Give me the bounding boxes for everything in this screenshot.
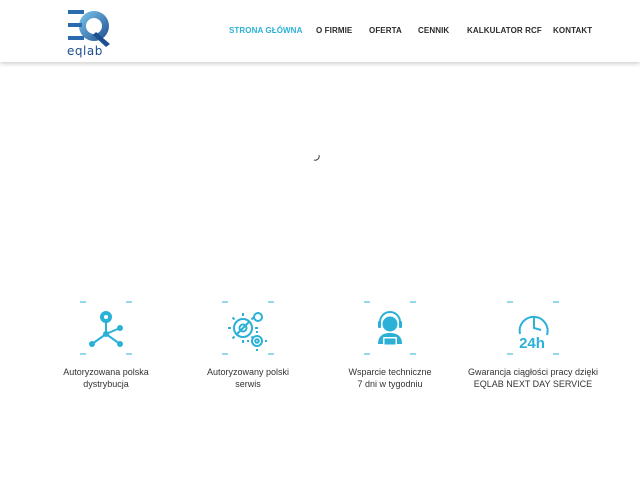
nav-kontakt[interactable]: KONTAKT bbox=[553, 26, 592, 36]
nav-strona-glowna[interactable]: STRONA GŁÓWNA bbox=[229, 26, 302, 36]
svg-text:24h: 24h bbox=[519, 335, 545, 352]
nav-oferta[interactable]: OFERTA bbox=[369, 26, 402, 36]
feature-caption-line2: 7 dni w tygodniu bbox=[357, 379, 423, 389]
logo-text: eqlab bbox=[67, 44, 103, 58]
gears-wrench-icon bbox=[228, 312, 267, 351]
feature-caption: Gwarancja ciągłości pracy dzięki EQLAB N… bbox=[458, 366, 608, 390]
feature-caption: Autoryzowana polska dystrybucja bbox=[31, 366, 181, 390]
feature-caption-line1: Gwarancja ciągłości pracy dzięki bbox=[467, 367, 599, 377]
feature-caption-line2: serwis bbox=[235, 379, 261, 389]
nav-o-firmie[interactable]: O FIRMIE bbox=[316, 26, 352, 36]
loading-spinner-icon bbox=[313, 154, 320, 161]
feature-next-day-service: 24h Gwarancja ciągłości pracy dzięki EQL… bbox=[458, 298, 608, 398]
feature-support: Wsparcie techniczne 7 dni w tygodniu bbox=[315, 298, 465, 398]
feature-caption-line2: EQLAB NEXT DAY SERVICE bbox=[473, 379, 593, 389]
feature-service: Autoryzowany polski serwis bbox=[173, 298, 323, 398]
feature-caption-line1: Autoryzowany polski bbox=[206, 367, 290, 377]
feature-distribution: Autoryzowana polska dystrybucja bbox=[31, 298, 181, 398]
support-agent-icon bbox=[378, 311, 402, 346]
nav-kalkulator-rcf[interactable]: KALKULATOR RCF bbox=[467, 26, 542, 36]
feature-caption: Wsparcie techniczne 7 dni w tygodniu bbox=[315, 366, 465, 390]
nav-cennik[interactable]: CENNIK bbox=[418, 26, 449, 36]
feature-caption: Autoryzowany polski serwis bbox=[173, 366, 323, 390]
feature-caption-line1: Wsparcie techniczne bbox=[348, 367, 432, 377]
feature-caption-line1: Autoryzowana polska bbox=[63, 367, 149, 377]
site-header: eqlab STRONA GŁÓWNA O FIRMIE OFERTA CENN… bbox=[0, 0, 640, 62]
distribution-network-icon bbox=[89, 311, 123, 347]
feature-caption-line2: dystrybucja bbox=[83, 379, 129, 389]
clock-24h-icon: 24h bbox=[518, 315, 549, 352]
